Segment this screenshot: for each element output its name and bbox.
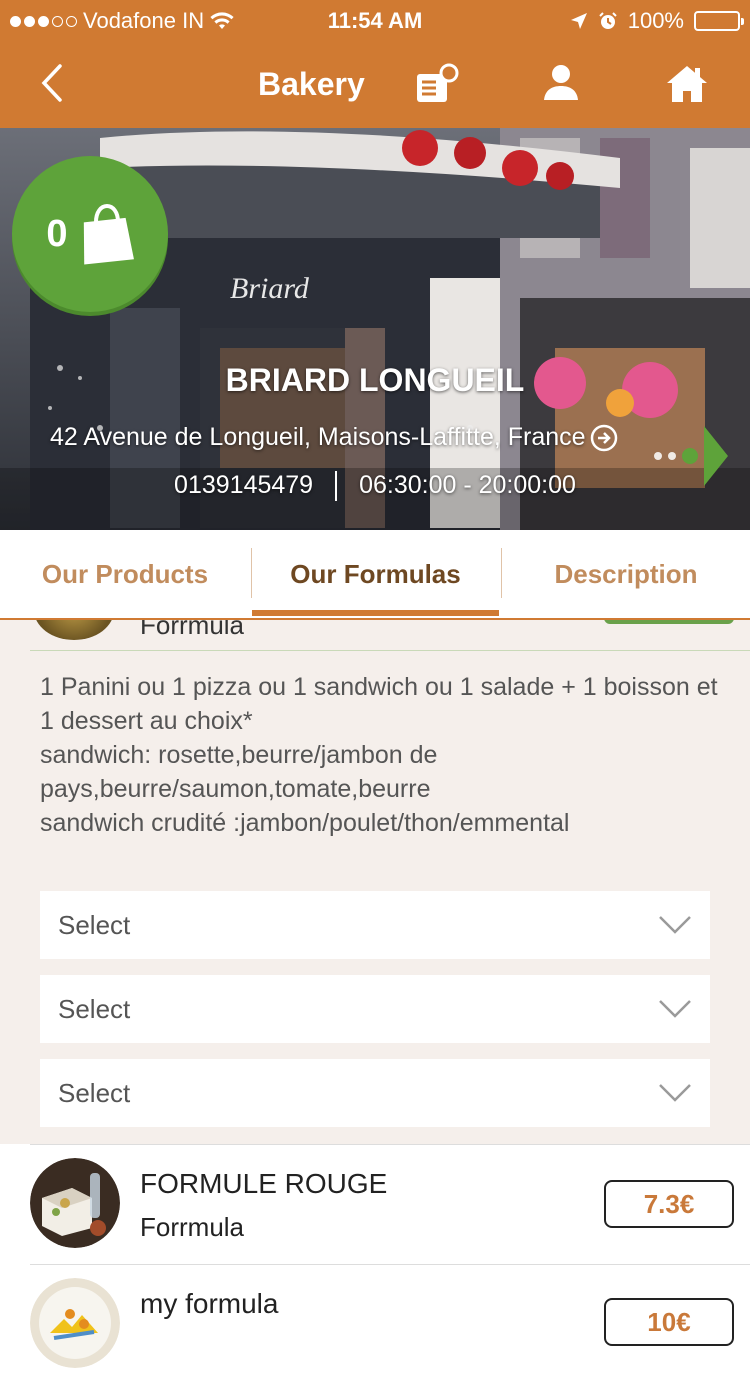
formula-title: FORMULE ROUGE [140,1168,388,1199]
list-item[interactable]: my formula 10€ [0,1264,750,1384]
active-tab-indicator [252,610,499,616]
location-arrow-icon [570,13,587,29]
divider [335,471,338,502]
formula-thumbnail [30,1158,120,1248]
user-icon[interactable] [538,62,584,106]
divider [30,1264,750,1265]
price-button[interactable]: 7.3€ [604,1180,734,1228]
page-title: Bakery [258,66,365,102]
status-right: 100% [570,8,744,34]
chevron-down-icon [659,1084,691,1102]
carousel-dot[interactable] [668,452,676,460]
arrow-circle-right-icon[interactable] [590,424,618,452]
chevron-down-icon [659,916,691,934]
formula-detail-panel: Forrmula 1 Panini ou 1 pizza ou 1 sandwi… [0,620,750,1144]
add-to-cart-button[interactable] [604,620,734,624]
select-value: Select [58,909,131,940]
description-line: sandwich crudité :jambon/poulet/thon/emm… [40,809,570,837]
option-select-3[interactable]: Select [40,1059,710,1127]
option-select-1[interactable]: Select [40,891,710,959]
description-line: sandwich: rosette,beurre/jambon de pays,… [40,741,438,803]
status-bar: Vodafone IN 11:54 AM 100% [0,0,750,40]
tab-our-products[interactable]: Our Products [0,530,250,618]
select-value: Select [58,1077,131,1108]
formula-description: 1 Panini ou 1 pizza ou 1 sandwich ou 1 s… [40,670,720,840]
home-icon[interactable] [664,62,710,106]
shop-contact-info: 0139145479 06:30:00 - 20:00:00 [0,471,750,502]
divider [30,1144,750,1145]
menu-search-icon[interactable] [414,62,460,106]
battery-icon [694,11,744,31]
tab-description[interactable]: Description [502,530,750,618]
formula-thumbnail [34,620,114,640]
select-value: Select [58,993,131,1024]
navigation-bar: Bakery [0,40,750,128]
alarm-icon [599,12,617,29]
description-line: 1 Panini ou 1 pizza ou 1 sandwich ou 1 s… [40,673,718,735]
battery-percent: 100% [627,8,684,33]
tab-bar: Our Products Our Formulas Description [0,530,750,620]
shop-address-text: 42 Avenue de Longueil, Maisons-Laffitte,… [50,423,586,451]
carousel-dot-active[interactable] [682,448,698,464]
option-select-2[interactable]: Select [40,975,710,1043]
shop-phone[interactable]: 0139145479 [174,471,313,499]
carousel-dot[interactable] [654,452,662,460]
shopping-bag-icon [83,203,134,265]
formula-title: my formula [140,1288,279,1319]
formula-subtitle: Forrmula [140,1212,245,1242]
list-item[interactable]: FORMULE ROUGE Forrmula 7.3€ [0,1144,750,1264]
formula-thumbnail [30,1278,120,1368]
cart-button[interactable]: 0 [12,156,168,312]
price-button[interactable]: 10€ [604,1298,734,1346]
divider [30,650,750,651]
shop-hours: 06:30:00 - 20:00:00 [359,471,576,499]
shop-name: BRIARD LONGUEIL [225,362,525,398]
formula-subtitle: Forrmula [140,620,245,640]
chevron-down-icon [659,1000,691,1018]
cart-count: 0 [46,212,68,255]
tab-our-formulas[interactable]: Our Formulas [252,530,499,618]
shop-address[interactable]: 42 Avenue de Longueil, Maisons-Laffitte,… [50,423,618,452]
svg-text:Briard: Briard [230,272,310,305]
back-chevron-icon[interactable] [30,58,80,108]
